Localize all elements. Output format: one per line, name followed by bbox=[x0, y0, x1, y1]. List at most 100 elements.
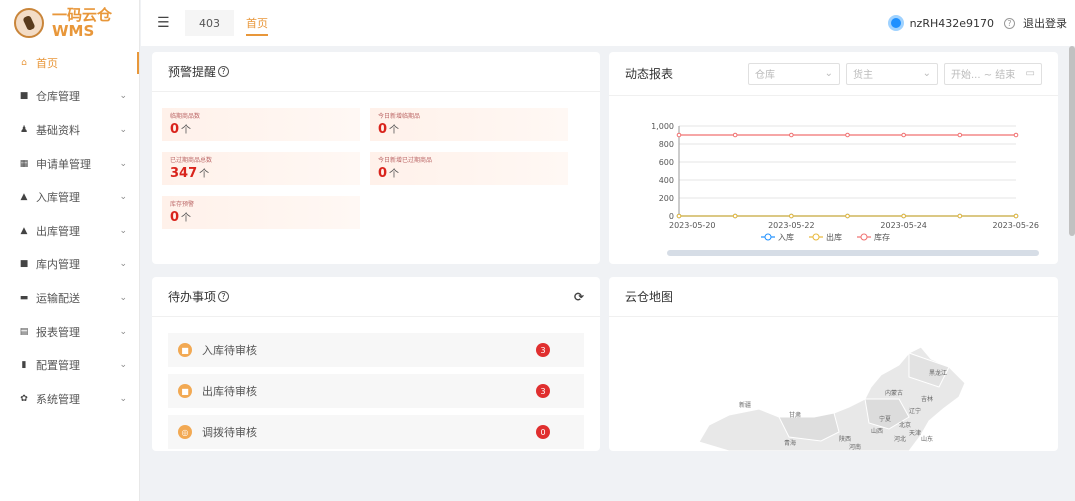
calendar-icon: ▭ bbox=[1025, 68, 1035, 79]
help-icon[interactable]: ? bbox=[1004, 17, 1015, 29]
outbound-review-icon: ■ bbox=[178, 384, 192, 398]
chevron-down-icon: ⌄ bbox=[922, 68, 931, 79]
chevron-down-icon: ⌄ bbox=[119, 326, 127, 337]
map-region-label: 宁夏 bbox=[879, 415, 891, 423]
data-point bbox=[845, 213, 850, 219]
sidebar-item-8[interactable]: ▤ 报表管理 ⌄ bbox=[0, 315, 139, 349]
todo-item-outbound[interactable]: ■ 出库待审核 3 bbox=[168, 374, 584, 408]
todo-panel-title: 待办事项 bbox=[168, 290, 217, 304]
warehouse-select[interactable]: 仓库 ⌄ bbox=[748, 62, 840, 85]
sidebar-item-2[interactable]: ♟ 基础资料 ⌄ bbox=[0, 113, 139, 147]
date-range-picker[interactable]: 开始... ~ 结束 ▭ bbox=[944, 62, 1042, 85]
sidebar-item-label: 入库管理 bbox=[36, 191, 80, 205]
sidebar-item-0[interactable]: ⌂ 首页 bbox=[0, 46, 139, 80]
y-tick-label: 200 bbox=[659, 194, 674, 203]
gear-icon: ✿ bbox=[20, 393, 28, 404]
chevron-down-icon: ⌄ bbox=[119, 259, 127, 270]
data-point bbox=[732, 132, 738, 138]
owner-select[interactable]: 货主 ⌄ bbox=[846, 62, 938, 85]
alert-label: 已过期商品总数 bbox=[170, 157, 213, 164]
form-icon: ▦ bbox=[19, 158, 29, 169]
logo[interactable]: 一码云仓 WMS bbox=[0, 0, 139, 46]
chevron-down-icon: ⌄ bbox=[119, 192, 127, 203]
map-region-label: 新疆 bbox=[739, 401, 751, 409]
china-map[interactable]: 黑龙江内蒙古吉林辽宁 新疆甘肃宁夏北京天津 山西河北青海 陕西 山东河南 bbox=[609, 317, 1058, 451]
legend-swatch-marker bbox=[860, 233, 868, 241]
x-tick-label: 2023-05-26 bbox=[993, 221, 1040, 230]
legend-label: 出库 bbox=[826, 232, 842, 242]
sidebar-item-10[interactable]: ✿ 系统管理 ⌄ bbox=[0, 382, 139, 416]
sidebar-item-7[interactable]: ▬ 运输配送 ⌄ bbox=[0, 281, 139, 315]
x-tick-label: 2023-05-22 bbox=[768, 221, 815, 230]
todo-label: 调拨待审核 bbox=[202, 426, 257, 439]
tab-403[interactable]: 403 bbox=[185, 10, 234, 36]
todo-item-inbound[interactable]: ■ 入库待审核 3 bbox=[168, 333, 584, 367]
map-region-label: 甘肃 bbox=[789, 411, 801, 419]
date-range-placeholder: 开始... ~ 结束 bbox=[951, 70, 1016, 81]
map-region-label: 黑龙江 bbox=[929, 369, 947, 377]
legend-swatch-marker bbox=[764, 233, 772, 241]
sidebar-item-label: 系统管理 bbox=[36, 392, 80, 406]
sidebar-item-label: 仓库管理 bbox=[36, 90, 80, 104]
sidebar: 一码云仓 WMS ⌂ 首页 ■ 仓库管理 ⌄ ♟ 基础资料 ⌄ ▦ 申请单管理 ⌄ ▲ 入库管理 ⌄ ▲ 出库… bbox=[0, 0, 140, 501]
alert-box-stock-warning: 库存预警 0个 bbox=[162, 196, 360, 229]
sidebar-item-1[interactable]: ■ 仓库管理 ⌄ bbox=[0, 80, 139, 114]
sidebar-item-label: 基础资料 bbox=[36, 123, 80, 137]
y-tick-label: 400 bbox=[659, 176, 674, 185]
alert-label: 库存预警 bbox=[170, 201, 195, 208]
page-scrollbar[interactable] bbox=[1069, 46, 1075, 236]
alert-box-new-expiring: 今日新增临期品 0个 bbox=[370, 108, 568, 141]
sidebar-item-label: 报表管理 bbox=[36, 325, 80, 339]
data-point bbox=[957, 213, 963, 219]
legend-label: 库存 bbox=[874, 232, 890, 242]
alert-box-expired: 已过期商品总数 347 个 bbox=[162, 152, 360, 185]
alert-unit: 个 bbox=[389, 125, 400, 136]
sidebar-item-9[interactable]: ▮ 配置管理 ⌄ bbox=[0, 348, 139, 382]
question-icon[interactable]: ? bbox=[218, 66, 230, 77]
alert-box-new-expired: 今日新增已过期商品 0个 bbox=[370, 152, 568, 185]
alert-panel-header: 预警提醒 ? bbox=[152, 52, 600, 92]
map-panel-title: 云仓地图 bbox=[625, 290, 674, 304]
sidebar-item-label: 申请单管理 bbox=[36, 157, 91, 171]
sidebar-item-6[interactable]: ■ 库内管理 ⌄ bbox=[0, 248, 139, 282]
map-region-label: 山西 bbox=[871, 427, 883, 435]
sidebar-item-label: 首页 bbox=[36, 56, 58, 70]
chevron-down-icon: ⌄ bbox=[119, 292, 127, 303]
sidebar-item-4[interactable]: ▲ 入库管理 ⌄ bbox=[0, 180, 139, 214]
menu-fold-icon[interactable]: ☰ bbox=[157, 15, 173, 31]
count-badge: 3 bbox=[536, 343, 550, 357]
warehouse-icon: ■ bbox=[19, 91, 29, 102]
inbound-review-icon: ■ bbox=[178, 343, 192, 357]
logout-link[interactable]: 退出登录 bbox=[1023, 15, 1067, 31]
data-zoom-slider bbox=[667, 250, 1039, 256]
sidebar-menu: ⌂ 首页 ■ 仓库管理 ⌄ ♟ 基础资料 ⌄ ▦ 申请单管理 ⌄ ▲ 入库管理 ⌄ ▲ 出库管理 ⌄ ■ 库内管理 ⌄… bbox=[0, 46, 139, 416]
alert-label: 今日新增临期品 bbox=[378, 113, 421, 120]
refresh-icon[interactable]: ⟳ bbox=[574, 290, 584, 304]
chevron-down-icon: ⌄ bbox=[119, 124, 127, 135]
map-panel: 云仓地图 黑龙江 内蒙古 吉林 辽宁 新疆 甘肃 宁夏 北京 天津 山西 河北 青海 陕西 山东 河南 bbox=[609, 277, 1058, 451]
avatar[interactable] bbox=[887, 15, 904, 31]
x-tick-label: 2023-05-20 bbox=[669, 221, 716, 230]
data-point bbox=[676, 213, 682, 219]
sidebar-item-label: 出库管理 bbox=[36, 224, 80, 238]
data-point bbox=[1013, 213, 1019, 219]
chart-panel-title: 动态报表 bbox=[625, 67, 674, 81]
tab-home[interactable]: 首页 bbox=[240, 10, 274, 36]
chevron-down-icon: ⌄ bbox=[119, 360, 127, 371]
map-region-label: 河北 bbox=[894, 435, 906, 443]
alert-box-expiring: 临期商品数 0个 bbox=[162, 108, 360, 141]
map-region-label: 内蒙古 bbox=[885, 389, 903, 397]
map-region-label: 河南 bbox=[849, 443, 861, 451]
username[interactable]: nzRH432e9170 bbox=[910, 17, 994, 30]
line-chart: 0 200 400 600 800 1,000 2023-05-20 2023-05-22 20… bbox=[651, 122, 1040, 256]
data-point bbox=[845, 132, 850, 138]
question-icon[interactable]: ? bbox=[218, 291, 230, 302]
sidebar-item-3[interactable]: ▦ 申请单管理 ⌄ bbox=[0, 147, 139, 181]
data-point bbox=[957, 132, 963, 138]
todo-item-transfer[interactable]: ◎ 调拨待审核 0 bbox=[168, 415, 584, 449]
todo-panel: 待办事项 ? ⟳ ■ 入库待审核 3 ■ 出库待审核 3 ◎ 调拨待审核 0 bbox=[152, 277, 600, 451]
alert-value: 0 bbox=[378, 122, 388, 137]
map-region-label: 天津 bbox=[909, 430, 921, 437]
sidebar-item-5[interactable]: ▲ 出库管理 ⌄ bbox=[0, 214, 139, 248]
data-point bbox=[732, 213, 738, 219]
